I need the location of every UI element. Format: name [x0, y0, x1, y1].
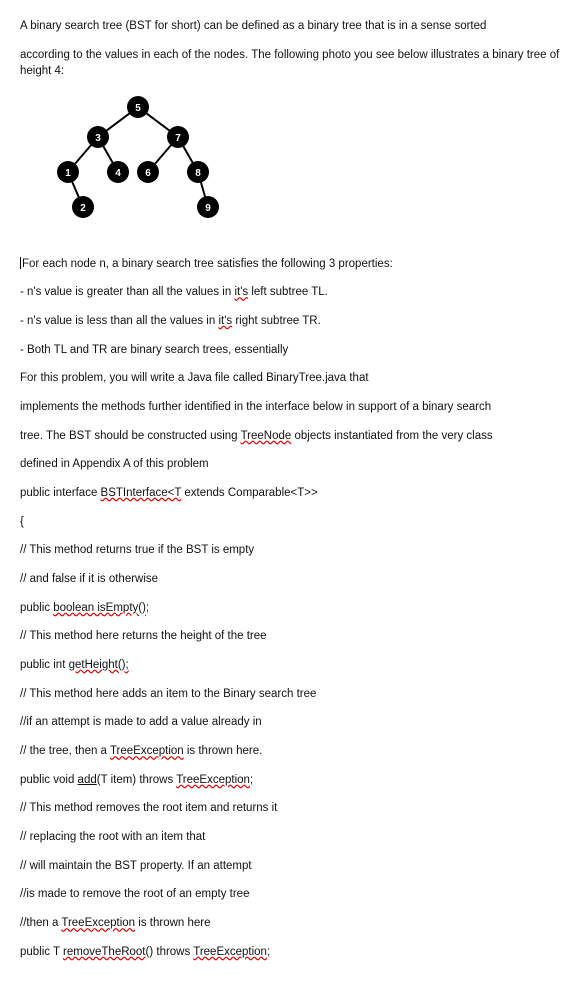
comment-7: // This method removes the root item and…	[20, 800, 570, 817]
method-getheight: public int getHeight();	[20, 657, 570, 674]
comment-9: // will maintain the BST property. If an…	[20, 858, 570, 875]
problem-line-4: defined in Appendix A of this problem	[20, 456, 570, 473]
comment-11: //then a TreeException is thrown here	[20, 915, 570, 932]
spellerr-treeexception-4: TreeException;	[193, 946, 270, 958]
tree-node-3: 3	[95, 133, 101, 144]
properties-lead: For each node n, a binary search tree sa…	[20, 256, 570, 273]
intro-line-1: A binary search tree (BST for short) can…	[20, 18, 570, 35]
property-2: - n's value is less than all the values …	[20, 313, 570, 330]
binary-tree-diagram: 5 3 7 1 4 6 8 2 9	[38, 92, 570, 238]
method-removeroot: public T removeTheRoot() throws TreeExce…	[20, 944, 570, 961]
comment-8: // replacing the root with an item that	[20, 829, 570, 846]
problem-line-3: tree. The BST should be constructed usin…	[20, 428, 570, 445]
spellerr-isempty: boolean isEmpty();	[53, 602, 149, 614]
comment-2: // and false if it is otherwise	[20, 571, 570, 588]
tree-node-7: 7	[175, 133, 181, 144]
property-1: - n's value is greater than all the valu…	[20, 284, 570, 301]
tree-node-8: 8	[195, 168, 201, 179]
spellerr-treeexception-3: TreeException	[61, 917, 135, 929]
identifier-add: add	[78, 774, 97, 786]
comment-5: //if an attempt is made to add a value a…	[20, 714, 570, 731]
spellerr-treeexception-1: TreeException	[110, 745, 184, 757]
problem-line-1: For this problem, you will write a Java …	[20, 370, 570, 387]
problem-line-2: implements the methods further identifie…	[20, 399, 570, 416]
method-add: public void add(T item) throws TreeExcep…	[20, 772, 570, 789]
tree-node-1: 1	[65, 168, 71, 179]
interface-decl: public interface BSTInterface<T extends …	[20, 485, 570, 502]
spellerr-its-1: it's	[234, 286, 248, 298]
method-isempty: public boolean isEmpty();	[20, 600, 570, 617]
comment-4: // This method here adds an item to the …	[20, 686, 570, 703]
spellerr-removeroot: removeTheRoot	[63, 946, 145, 958]
comment-10: //is made to remove the root of an empty…	[20, 886, 570, 903]
comment-6: // the tree, then a TreeException is thr…	[20, 743, 570, 760]
spellerr-treenode: TreeNode	[241, 430, 292, 442]
property-3: - Both TL and TR are binary search trees…	[20, 342, 570, 359]
comment-1: // This method returns true if the BST i…	[20, 542, 570, 559]
tree-node-9: 9	[205, 203, 211, 214]
spellerr-treeexception-2: TreeException;	[176, 774, 253, 786]
spellerr-bstinterface: BSTInterface<T	[101, 487, 182, 499]
open-brace: {	[20, 514, 570, 531]
spellerr-its-2: it's	[218, 315, 232, 327]
text-cursor	[20, 257, 21, 269]
comment-3: // This method here returns the height o…	[20, 628, 570, 645]
tree-node-6: 6	[145, 168, 151, 179]
tree-node-4: 4	[115, 168, 121, 179]
intro-line-2: according to the values in each of the n…	[20, 47, 570, 80]
tree-node-2: 2	[80, 203, 86, 214]
tree-node-5: 5	[135, 103, 141, 114]
spellerr-getheight: getHeight();	[69, 659, 129, 671]
